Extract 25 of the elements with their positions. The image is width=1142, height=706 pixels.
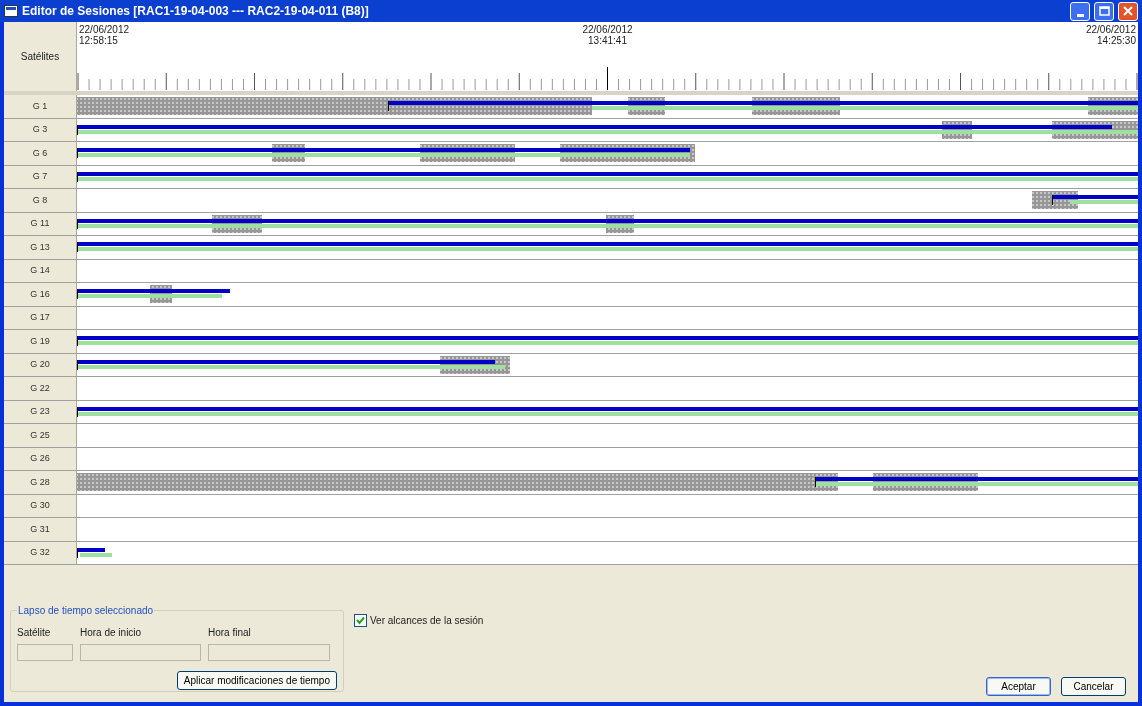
window-title: Editor de Sesiones [RAC1-19-04-003 --- RAC2-19-04-011 (B8)] — [22, 3, 370, 20]
minimize-icon — [1076, 13, 1084, 17]
apply-button[interactable]: Aplicar modificaciones de tiempo — [176, 671, 337, 690]
time-label: 14:25:30 — [1097, 35, 1136, 46]
cancel-button[interactable]: Cancelar — [1061, 677, 1126, 696]
window-icon — [4, 5, 18, 17]
date-label: 22/06/2012 — [79, 24, 130, 35]
checkbox-label: Ver alcances de la sesión — [370, 614, 484, 628]
field-label: Hora final — [208, 626, 252, 640]
date-label: 22/06/2012 — [582, 24, 633, 35]
maximize-button[interactable] — [1094, 1, 1114, 21]
time-label: 12:58:15 — [79, 35, 118, 46]
date-label: 22/06/2012 — [1085, 24, 1136, 35]
close-button[interactable] — [1118, 1, 1138, 21]
close-icon — [1123, 6, 1133, 16]
field-label: Hora de inicio — [80, 626, 143, 640]
ok-button[interactable]: Aceptar — [986, 677, 1051, 696]
session-bars-drawing — [77, 547, 112, 559]
field-label: Satélite — [17, 626, 52, 640]
minimize-button[interactable] — [1070, 1, 1090, 21]
maximize-icon — [1098, 6, 1110, 16]
time-label: 13:41:41 — [588, 35, 627, 46]
group-title: Lapso de tiempo seleccionado — [17, 603, 155, 618]
column-header: Satélites — [20, 50, 60, 64]
checkbox[interactable] — [354, 614, 367, 627]
